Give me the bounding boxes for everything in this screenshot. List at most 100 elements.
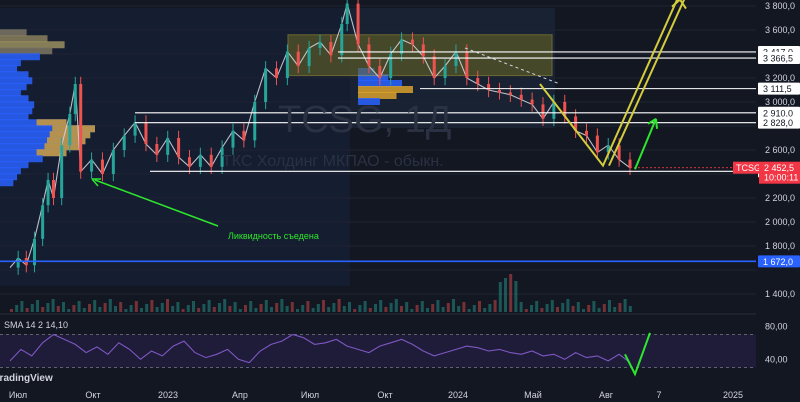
candle-body [144,122,148,144]
volume-profile-bar [0,29,27,37]
volume-bar [212,307,216,312]
volume-profile-bar [0,113,29,121]
candle-body [52,180,56,198]
volume-bar [618,303,622,312]
candle-body [378,66,382,78]
x-tick-label: 7 [656,390,661,400]
candle-body [60,145,64,198]
volume-bar [613,307,617,312]
candle-body [41,205,45,239]
level-label-2: 3 111,5 [763,84,792,94]
volume-bar [524,309,528,312]
volume-profile-bar [0,59,21,67]
candle-body [628,159,632,168]
volume-bar [556,307,559,312]
y-tick-label: 2 200,0 [765,193,795,203]
candle-body [432,56,436,78]
volume-bar [623,299,627,312]
volume-bar [296,309,299,312]
volume-bar [316,304,320,312]
volume-bar [114,306,117,312]
candle-body [296,51,300,66]
volume-bar [509,274,513,312]
volume-bar [540,308,544,312]
candle-body [73,84,77,114]
candle-body [46,180,50,206]
volume-bar [197,308,201,312]
candle-body [166,138,170,155]
volume-bar [46,303,50,312]
volume-bar [264,300,268,312]
volume-bar [504,278,507,312]
candle-body [264,68,268,102]
candle-body [508,92,512,95]
candle-body [356,3,360,45]
candle-body [584,130,588,136]
volume-bar [472,305,476,312]
candle-body [90,159,94,172]
volume-bar [358,305,362,312]
volume-bar [405,302,409,312]
volume-bar [20,301,24,312]
candle-body [100,159,104,174]
volume-bar [576,302,580,312]
volume-bar [249,301,253,312]
volume-bar [166,299,169,312]
volume-bar [171,306,175,312]
volume-bar [441,307,445,312]
candle-body [253,102,257,141]
volume-bar [431,304,435,312]
rsi-tick-label: 40,00 [765,354,788,364]
volume-profile-bar [0,101,35,109]
candle-body [307,48,311,66]
candle-body [198,154,202,167]
y-tick-label: 3 200,0 [765,73,795,83]
volume-bar [62,302,65,312]
volume-bar [545,304,549,312]
volume-bar [561,303,565,312]
volume-bar [410,309,414,312]
candle-body [476,78,480,84]
x-tick-label: Май [524,390,542,400]
volume-bar [446,303,450,312]
volume-bar [192,301,195,312]
candle-body [111,150,115,174]
volume-bar [436,300,440,312]
chart-root[interactable]: 3 417,03 366,53 111,52 910,02 828,02 422… [0,0,800,402]
volume-bar [15,305,19,312]
candle-body [177,138,181,158]
y-tick-label: 1 800,0 [765,241,795,251]
volume-bar [514,281,518,312]
volume-bar [223,299,227,312]
candle-body [155,144,159,155]
volume-bar [452,299,455,312]
price-chart[interactable]: 3 417,03 366,53 111,52 910,02 828,02 422… [0,0,800,402]
candle-body [345,3,349,24]
volume-bar [327,307,331,312]
volume-bar [98,307,102,312]
volume-bar [285,306,289,312]
volume-bar [322,300,325,312]
volume-profile-bar [0,53,40,61]
y-tick-label: 3 000,0 [765,97,795,107]
volume-bar [374,304,377,312]
volume-bar [400,306,403,312]
volume-bar [483,308,487,312]
volume-bar [306,301,310,312]
volume-bar [36,300,39,312]
volume-bar [415,305,419,312]
volume-bar [478,301,481,312]
volume-bar [41,307,45,312]
x-tick-label: 2025 [723,390,743,400]
volume-profile-bar [0,155,43,163]
volume-bar [275,303,279,312]
candle-body [79,84,83,172]
volume-bar [493,300,497,312]
volume-profile-bar [0,71,29,79]
volume-profile-bar [0,89,21,97]
candle-body [340,24,344,56]
x-tick-label: Июл [9,390,27,400]
volume-bar [597,308,601,312]
volume-bar [202,304,206,312]
volume-bar [582,309,585,312]
